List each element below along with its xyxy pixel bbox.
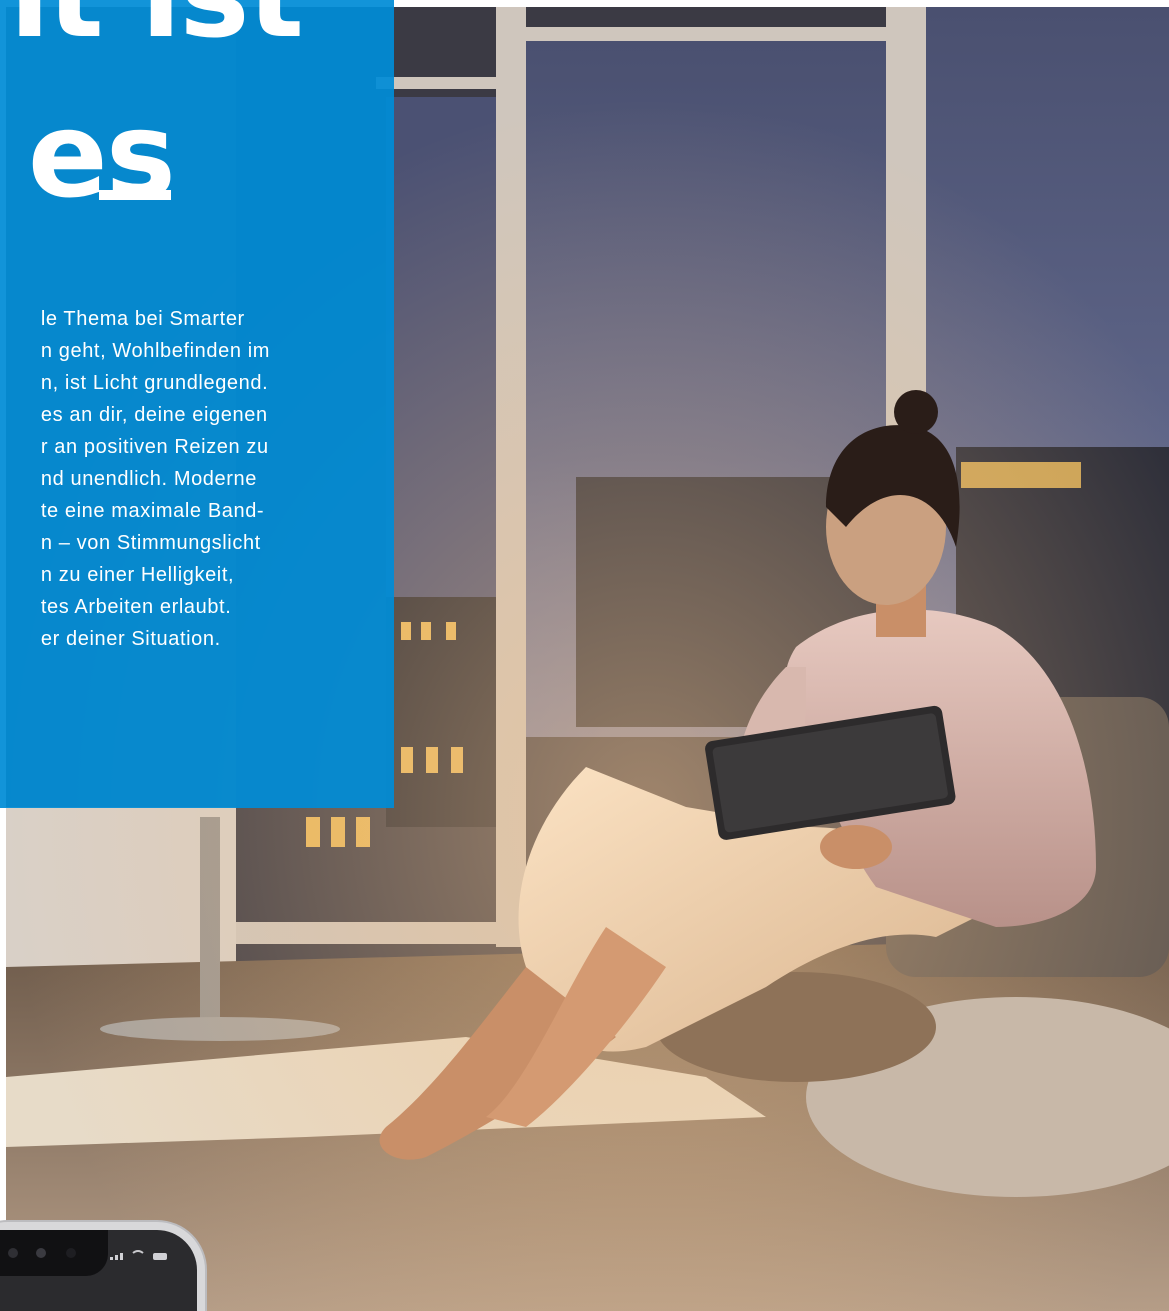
body-line: r an positiven Reizen zu <box>40 436 269 458</box>
body-line: nd unendlich. Moderne <box>40 468 257 490</box>
phone-notch <box>0 1230 108 1276</box>
intro-text-panel: nt ist es le Thema bei Smarter n geht, W… <box>0 0 394 808</box>
status-bar <box>110 1250 167 1260</box>
camera-dot-icon <box>8 1248 18 1258</box>
phone-mockup <box>0 1222 205 1311</box>
headline-line-1: nt ist <box>0 0 304 54</box>
body-line: n geht, Wohlbefinden im <box>40 340 270 362</box>
body-line: n – von Stimmungslicht <box>40 532 261 554</box>
camera-lens-icon <box>66 1248 76 1258</box>
wifi-icon <box>130 1250 146 1260</box>
sensor-dot-icon <box>36 1248 46 1258</box>
body-line: n zu einer Helligkeit, <box>40 564 235 586</box>
body-line: le Thema bei Smarter <box>40 308 245 330</box>
signal-icon <box>110 1253 123 1260</box>
body-line: te eine maximale Band- <box>40 500 265 522</box>
body-line: es an dir, deine eigenen <box>40 404 268 426</box>
body-line: er deiner Situation. <box>40 628 221 650</box>
headline-underscore <box>99 190 171 200</box>
phone-screen <box>0 1230 197 1311</box>
body-line: n, ist Licht grundlegend. <box>40 372 269 394</box>
body-copy: le Thema bei Smarter n geht, Wohlbefinde… <box>41 303 270 655</box>
battery-icon <box>153 1253 167 1260</box>
page: nt ist es le Thema bei Smarter n geht, W… <box>0 0 1169 1311</box>
body-line: tes Arbeiten erlaubt. <box>40 596 232 618</box>
